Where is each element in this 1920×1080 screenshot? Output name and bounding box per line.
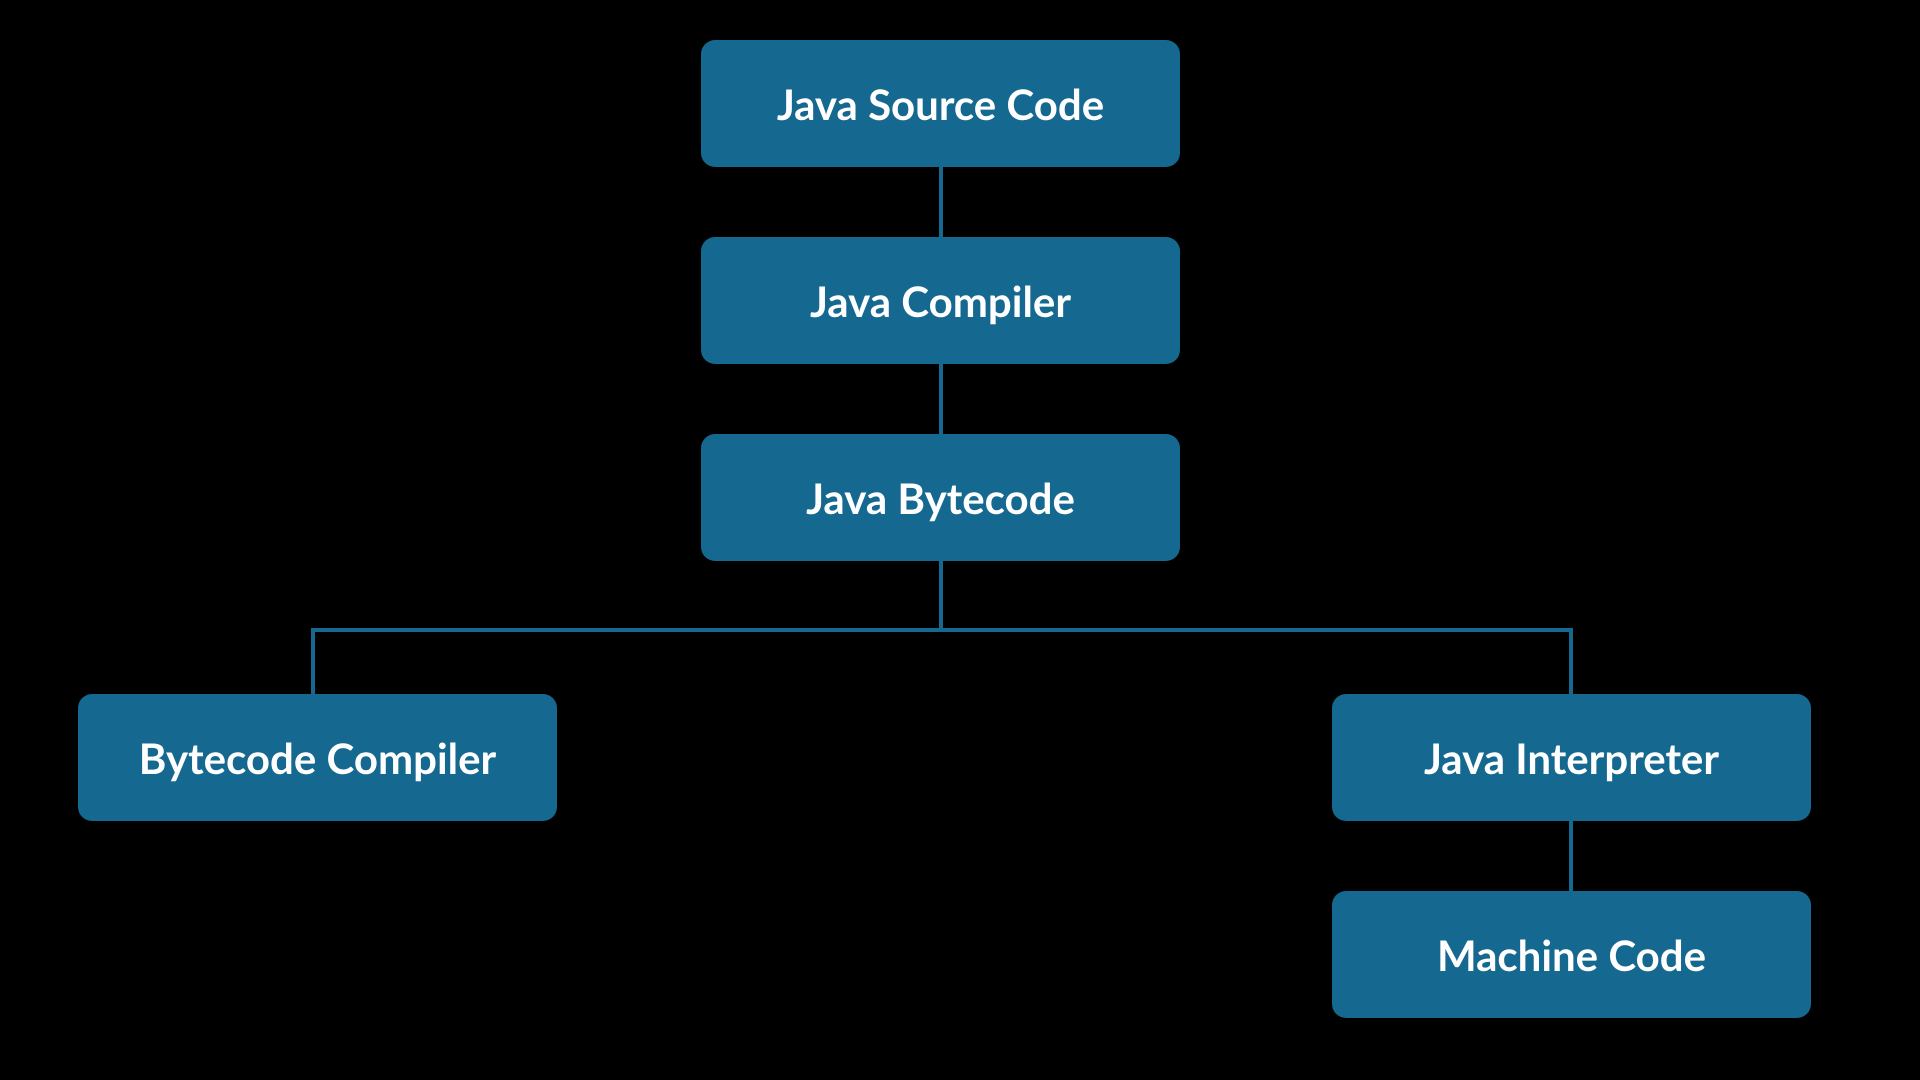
node-java-interpreter: Java Interpreter <box>1332 694 1811 821</box>
node-label: Java Interpreter <box>1424 733 1719 783</box>
node-machine-code: Machine Code <box>1332 891 1811 1018</box>
node-label: Machine Code <box>1437 930 1706 980</box>
connector-left-drop <box>311 628 315 694</box>
node-label: Bytecode Compiler <box>139 733 496 783</box>
node-java-compiler: Java Compiler <box>701 237 1180 364</box>
connector-right-drop <box>1569 628 1573 694</box>
node-bytecode-compiler: Bytecode Compiler <box>78 694 557 821</box>
connector-source-to-compiler <box>939 167 943 237</box>
node-java-bytecode: Java Bytecode <box>701 434 1180 561</box>
connector-interpreter-to-machine <box>1569 821 1573 891</box>
node-java-source-code: Java Source Code <box>701 40 1180 167</box>
node-label: Java Compiler <box>810 276 1071 326</box>
connector-horizontal-split <box>311 628 1573 632</box>
connector-bytecode-down <box>939 561 943 631</box>
node-label: Java Bytecode <box>806 473 1075 523</box>
connector-compiler-to-bytecode <box>939 364 943 434</box>
node-label: Java Source Code <box>777 79 1104 129</box>
